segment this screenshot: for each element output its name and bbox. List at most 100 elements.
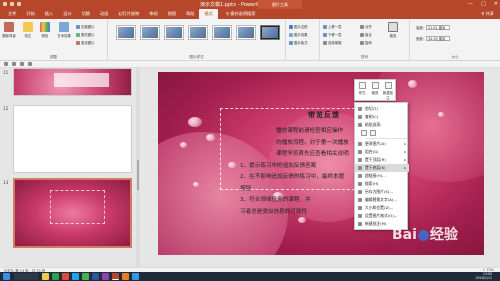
close-button[interactable]: ✕ [494,1,498,7]
tab-format[interactable]: 格式 [199,9,218,19]
body-line-7[interactable]: 3、符合领域任务的课程，并 [240,195,311,203]
save-icon[interactable] [4,62,8,66]
align-button[interactable]: 对齐 [360,24,372,29]
paste-picture-icon[interactable] [370,130,376,136]
change-picture-label: 更改图片 [81,33,95,37]
app-icon[interactable] [122,273,129,280]
clock-date[interactable]: 2020/1/11 [476,276,492,281]
menu-item-hyperlink[interactable]: 超链接(H)... [355,172,409,180]
tab-design[interactable]: 设计 [58,9,76,19]
picture-style-7[interactable] [260,25,280,40]
artistic-effects-button[interactable]: 艺术效果 [55,22,73,38]
undo-icon[interactable] [10,2,14,6]
undo-icon[interactable] [12,62,16,66]
compress-pictures-button[interactable]: 压缩图片 [76,24,95,29]
new-comment-button[interactable]: 新建批注 [382,82,394,100]
tell-me-search[interactable]: ♀ 操作说明搜索 [226,11,256,17]
file-explorer-icon[interactable] [42,273,49,280]
submenu-arrow-icon: ▸ [404,141,406,146]
menu-item-format-picture[interactable]: 设置图片格式(O)... [355,212,409,220]
slide-thumbnail-12[interactable] [13,105,132,173]
word-icon[interactable] [92,273,99,280]
body-line-2[interactable]: 的播放流程。对于第一次播放 [276,138,349,146]
mini-crop-button[interactable]: 裁剪 [369,82,381,95]
start-slideshow-icon[interactable] [28,62,32,66]
menu-item-bring-to-front[interactable]: 置于顶层(R) ▸ [355,156,409,164]
width-input[interactable]: 34.56 厘米 [425,36,450,41]
picture-border-button[interactable]: 图片边框 [289,24,308,29]
slide-title[interactable]: 带览反馈 [308,110,340,120]
picture-style-6[interactable] [236,25,256,40]
menu-item-cut[interactable]: 剪切(T) [355,105,409,113]
group-arrange-label: 排列 [360,55,369,59]
start-icon[interactable] [3,273,10,280]
menu-item-send-to-back[interactable]: 置于底层(K) ▸ [355,164,409,172]
save-picture-icon [358,189,362,194]
menu-item-search[interactable]: 搜索(H) [355,180,409,188]
body-line-6[interactable]: 按钮 [240,184,251,192]
picture-effects-button[interactable]: 图片效果 [289,32,308,37]
tab-insert[interactable]: 插入 [40,9,58,19]
send-backward-button[interactable]: 下移一层 [323,32,342,37]
paste-keep-format-icon[interactable] [361,130,367,136]
mini-crop-label: 裁剪 [371,91,379,95]
redo-icon[interactable] [17,2,21,6]
rotate-button[interactable]: 旋转 [360,40,372,45]
menu-item-save-as-picture[interactable]: 另存为图片(S)... [355,188,409,196]
slide-thumbnail-13[interactable] [13,178,132,248]
browser-icon[interactable] [62,273,69,280]
tab-view[interactable]: 视图 [163,9,181,19]
body-line-3[interactable]: 课程学员首先应查看相关说明 [276,149,349,157]
maximize-button[interactable]: □ [481,1,486,7]
tab-review[interactable]: 审阅 [144,9,162,19]
tab-slideshow[interactable]: 幻灯片放映 [113,9,144,19]
height-field[interactable]: 高度: 21.61 厘米 [416,25,450,30]
menu-item-change-picture[interactable]: 更改图片(A) ▸ [355,140,409,148]
picture-style-4[interactable] [188,25,208,40]
save-icon[interactable] [3,2,7,6]
selection-pane-button[interactable]: 选择窗格 [323,40,342,45]
picture-style-5[interactable] [212,25,232,40]
search-box[interactable] [14,273,38,280]
scrollbar-thumb[interactable] [137,160,139,190]
tab-help[interactable]: 帮助 [181,9,199,19]
group-button[interactable]: 组合 [360,32,372,37]
menu-item-edit-alt-text[interactable]: 编辑替换文字(A)... [355,196,409,204]
body-line-4[interactable]: 1、提示练习中的追加反馈答案 [240,161,316,169]
tab-file[interactable]: 文件 [3,9,21,19]
app-icon[interactable] [132,273,139,280]
minimize-button[interactable]: — [468,1,473,7]
picture-style-2[interactable] [140,25,160,40]
wechat-icon[interactable] [52,273,59,280]
change-picture-button[interactable]: 更改图片 [76,32,95,37]
powerpoint-icon[interactable] [112,273,119,280]
body-line-8[interactable]: 习者总是类似信息的可能性 [240,207,307,215]
submenu-arrow-icon: ▸ [404,157,406,162]
premiere-icon[interactable] [102,273,109,280]
height-input[interactable]: 21.61 厘米 [425,25,450,30]
picture-layout-button[interactable]: 图片版式 [289,40,308,45]
picture-style-3[interactable] [164,25,184,40]
crop-button[interactable]: 裁剪 [386,22,400,38]
share-button[interactable]: ♀ 共享 [481,11,494,17]
corrections-button[interactable]: 校正 [21,22,35,38]
menu-item-group[interactable]: 组合(G) ▸ [355,148,409,156]
style-button[interactable]: 样式 [356,82,368,95]
body-line-5[interactable]: 2、在不影响追加反馈的练习中，最终本题 [240,172,344,180]
redo-icon[interactable] [20,62,24,66]
body-line-1[interactable]: 播放课程前请检查相应操作 [276,126,343,134]
color-button[interactable]: 颜色 [38,22,52,38]
qq-icon[interactable] [72,273,79,280]
reset-picture-button[interactable]: 重设图片 [76,40,95,45]
menu-item-copy[interactable]: 复制(C) [355,113,409,121]
picture-style-1[interactable] [116,25,136,40]
tab-transitions[interactable]: 切换 [77,9,95,19]
remove-background-button[interactable]: 删除背景 [2,22,16,38]
bring-forward-button[interactable]: 上移一层 [323,24,342,29]
app-icon[interactable] [82,273,89,280]
tab-home[interactable]: 开始 [21,9,39,19]
tab-animations[interactable]: 动画 [95,9,113,19]
menu-item-size-and-position[interactable]: 大小和位置(Z)... [355,204,409,212]
width-field[interactable]: 宽度: 34.56 厘米 [416,36,450,41]
slide-thumbnail-11[interactable] [13,68,132,96]
